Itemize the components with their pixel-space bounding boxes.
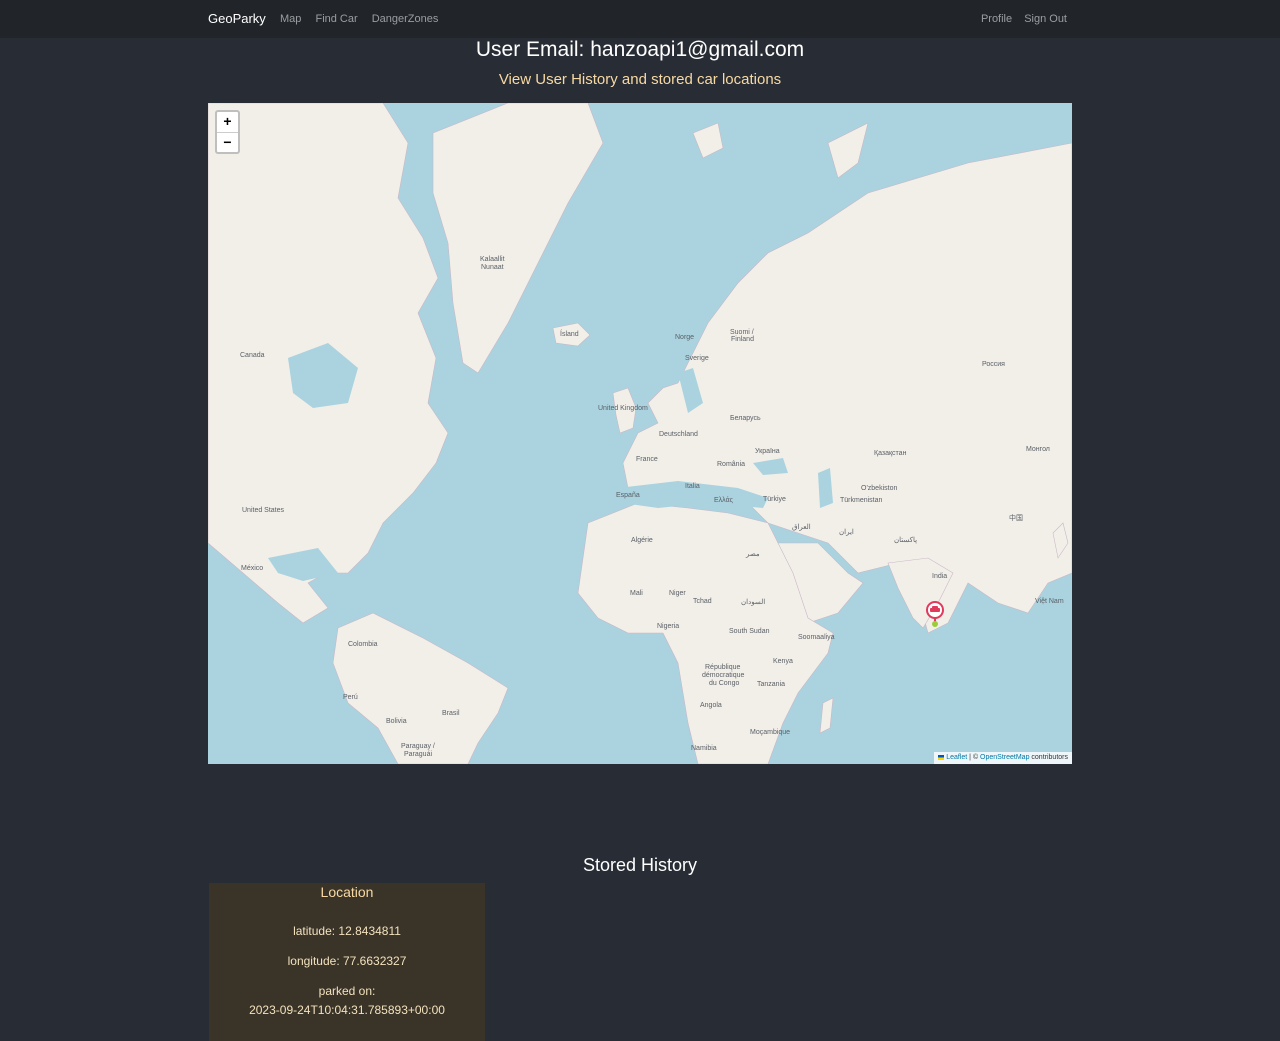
nav-link-map[interactable]: Map: [280, 13, 301, 25]
label-namibia: Namibia: [691, 745, 717, 752]
label-uk: United Kingdom: [598, 405, 648, 412]
brand-link[interactable]: GeoParky: [208, 11, 266, 26]
label-tanzania: Tanzania: [757, 681, 786, 688]
label-iraq: العراق: [792, 524, 811, 531]
label-ellada: Ελλάς: [714, 497, 733, 504]
label-turkiye: Türkiye: [763, 496, 786, 503]
label-sverige: Sverige: [685, 355, 709, 362]
user-email-heading: User Email: hanzoapi1@gmail.com: [475, 38, 805, 61]
latitude-text: latitude: 12.8434811: [293, 924, 401, 938]
navbar-inner: GeoParky Map Find Car DangerZones Profil…: [208, 0, 1072, 38]
label-paraguay: Paraguay /: [401, 743, 435, 750]
parked-on-label: parked on:: [318, 984, 376, 998]
nav-right: Profile Sign Out: [972, 13, 1067, 25]
landmass-novaya-zemlya: [827, 122, 869, 179]
label-mocambique: Moçambique: [750, 729, 791, 736]
nav-link-find-car[interactable]: Find Car: [315, 13, 357, 25]
ukraine-flag-icon: [938, 754, 945, 760]
zoom-in-button[interactable]: +: [217, 112, 238, 133]
label-france: France: [636, 456, 658, 463]
navbar: GeoParky Map Find Car DangerZones Profil…: [0, 0, 1280, 38]
label-norge: Norge: [675, 334, 695, 341]
label-island: Ísland: [560, 331, 579, 338]
label-kenya: Kenya: [773, 658, 793, 665]
map-tiles: [208, 103, 1072, 764]
label-nigeria: Nigeria: [657, 623, 680, 630]
label-rdc-2: démocratique: [702, 672, 745, 679]
leaflet-link[interactable]: Leaflet: [946, 754, 967, 761]
label-tchad: Tchad: [693, 598, 712, 605]
label-deutschland: Deutschland: [659, 431, 698, 438]
label-kazakhstan: Қазақстан: [874, 450, 907, 457]
landmass-south-america: [332, 612, 509, 764]
label-rdc-3: du Congo: [709, 680, 740, 687]
label-rossiya: Россия: [982, 361, 1005, 368]
landmass-africa: [577, 502, 834, 764]
zoom-control: + −: [215, 110, 240, 154]
label-paragua: Paraguái: [404, 751, 433, 758]
location-card[interactable]: Location latitude: 12.8434811 longitude:…: [209, 883, 485, 1041]
label-somalia: Soomaaliya: [798, 634, 835, 641]
label-angola: Angola: [700, 702, 722, 709]
location-card-title: Location: [320, 884, 374, 900]
label-china: 中国: [1009, 515, 1023, 522]
label-vietnam: Việt Nam: [1035, 598, 1064, 605]
label-niger: Niger: [669, 590, 686, 597]
label-mali: Mali: [630, 590, 643, 597]
nav-links: Map Find Car DangerZones: [280, 13, 449, 25]
label-italia: Italia: [685, 483, 700, 490]
landmass-madagascar: [819, 697, 834, 734]
label-algerie: Algérie: [631, 537, 653, 544]
label-ozbekiston: O'zbekiston: [861, 485, 898, 492]
landmass-svalbard: [692, 122, 724, 159]
parked-on-value: 2023-09-24T10:04:31.785893+00:00: [249, 1003, 445, 1017]
label-espana: España: [616, 492, 640, 499]
stored-history-heading: Stored History: [582, 855, 698, 875]
attribution-contributors: contributors: [1029, 754, 1068, 761]
nav-link-sign-out[interactable]: Sign Out: [1024, 13, 1067, 25]
label-mongol: Монгол: [1026, 446, 1050, 453]
label-brasil: Brasil: [442, 710, 460, 717]
label-peru: Perú: [343, 694, 358, 701]
attribution-separator: | ©: [967, 754, 981, 761]
label-misr: مصر: [746, 551, 760, 558]
label-sudan: السودان: [741, 599, 766, 606]
label-belarus: Беларусь: [730, 415, 761, 422]
page-subtitle: View User History and stored car locatio…: [498, 71, 782, 88]
label-bolivia: Bolivia: [386, 718, 407, 725]
label-south-sudan: South Sudan: [729, 628, 770, 635]
nav-link-dangerzones[interactable]: DangerZones: [372, 13, 439, 25]
openstreetmap-link[interactable]: OpenStreetMap: [980, 754, 1029, 761]
label-nunaat: Nunaat: [481, 264, 504, 271]
label-ukraina: Україна: [755, 448, 780, 455]
label-pakistan: پاکستان: [894, 537, 918, 544]
map-container[interactable]: Kalaallit Nunaat Ísland Canada Norge Suo…: [208, 103, 1072, 764]
label-iran: ایران: [839, 529, 854, 536]
label-canada: Canada: [240, 352, 265, 359]
label-united-states: United States: [242, 507, 285, 514]
label-turkmenistan: Türkmenistan: [840, 497, 883, 504]
zoom-out-button[interactable]: −: [217, 133, 238, 153]
nav-link-profile[interactable]: Profile: [981, 13, 1012, 25]
label-finland: Finland: [731, 336, 754, 343]
longitude-text: longitude: 77.6632327: [287, 954, 407, 968]
label-colombia: Colombia: [348, 641, 378, 648]
label-romania: România: [717, 461, 746, 468]
car-location-marker[interactable]: [925, 600, 945, 628]
map-attribution: Leaflet | © OpenStreetMap contributors: [934, 752, 1072, 764]
label-suomi: Suomi /: [730, 329, 754, 336]
label-rdc-1: République: [705, 664, 741, 671]
label-mexico: México: [241, 565, 264, 572]
label-kalaallit: Kalaallit: [480, 256, 505, 263]
label-india: India: [932, 573, 948, 580]
